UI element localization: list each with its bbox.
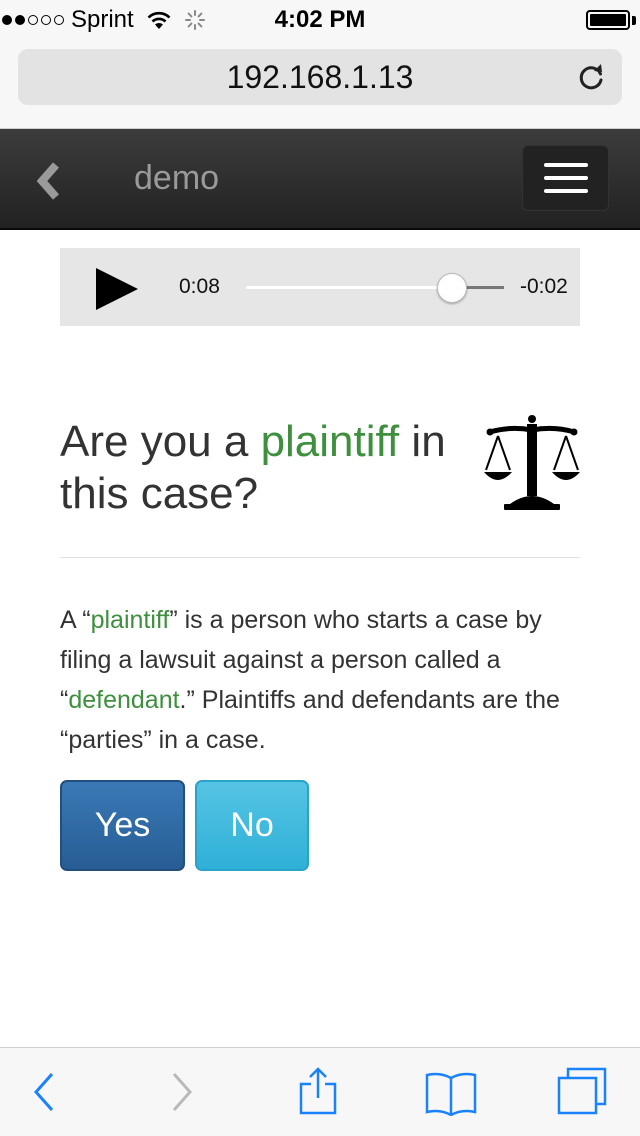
- hamburger-menu-icon[interactable]: [522, 145, 609, 211]
- play-icon[interactable]: [96, 268, 138, 310]
- app-navbar: demo: [0, 129, 640, 230]
- battery-tip: [632, 16, 636, 25]
- status-bar: Sprint 4:02 PM: [0, 0, 640, 40]
- para-text-1: A “: [60, 606, 91, 634]
- battery-icon: [586, 10, 630, 30]
- divider: [60, 557, 580, 558]
- definition-paragraph: A “plaintiff” is a person who starts a c…: [60, 600, 590, 760]
- navbar-brand[interactable]: demo: [134, 159, 219, 198]
- question-highlight: plaintiff: [260, 417, 400, 466]
- yes-button[interactable]: Yes: [60, 780, 185, 871]
- term-plaintiff: plaintiff: [90, 606, 170, 634]
- url-text: 192.168.1.13: [226, 58, 414, 95]
- share-icon[interactable]: [298, 1066, 338, 1116]
- browser-address-area: 192.168.1.13: [0, 40, 640, 129]
- forward-arrow-icon: [172, 1073, 193, 1111]
- time-remaining: -0:02: [520, 275, 568, 298]
- term-defendant: defendant: [68, 686, 180, 714]
- reload-icon[interactable]: [576, 61, 608, 93]
- status-time: 4:02 PM: [274, 6, 366, 33]
- bookmarks-icon[interactable]: [424, 1070, 478, 1116]
- seek-thumb[interactable]: [437, 273, 468, 303]
- chevron-left-icon[interactable]: [30, 161, 70, 201]
- address-bar[interactable]: 192.168.1.13: [18, 49, 622, 105]
- question-prefix: Are you a: [60, 417, 261, 466]
- browser-toolbar: [0, 1047, 640, 1136]
- tabs-icon[interactable]: [556, 1066, 608, 1116]
- question-heading: Are you a plaintiff in this case?: [60, 416, 480, 520]
- no-button[interactable]: No: [195, 780, 309, 871]
- audio-player: 0:08 -0:02: [60, 248, 580, 326]
- back-arrow-icon[interactable]: [30, 1070, 56, 1114]
- scales-of-justice-icon: [484, 415, 580, 510]
- time-elapsed: 0:08: [179, 275, 220, 298]
